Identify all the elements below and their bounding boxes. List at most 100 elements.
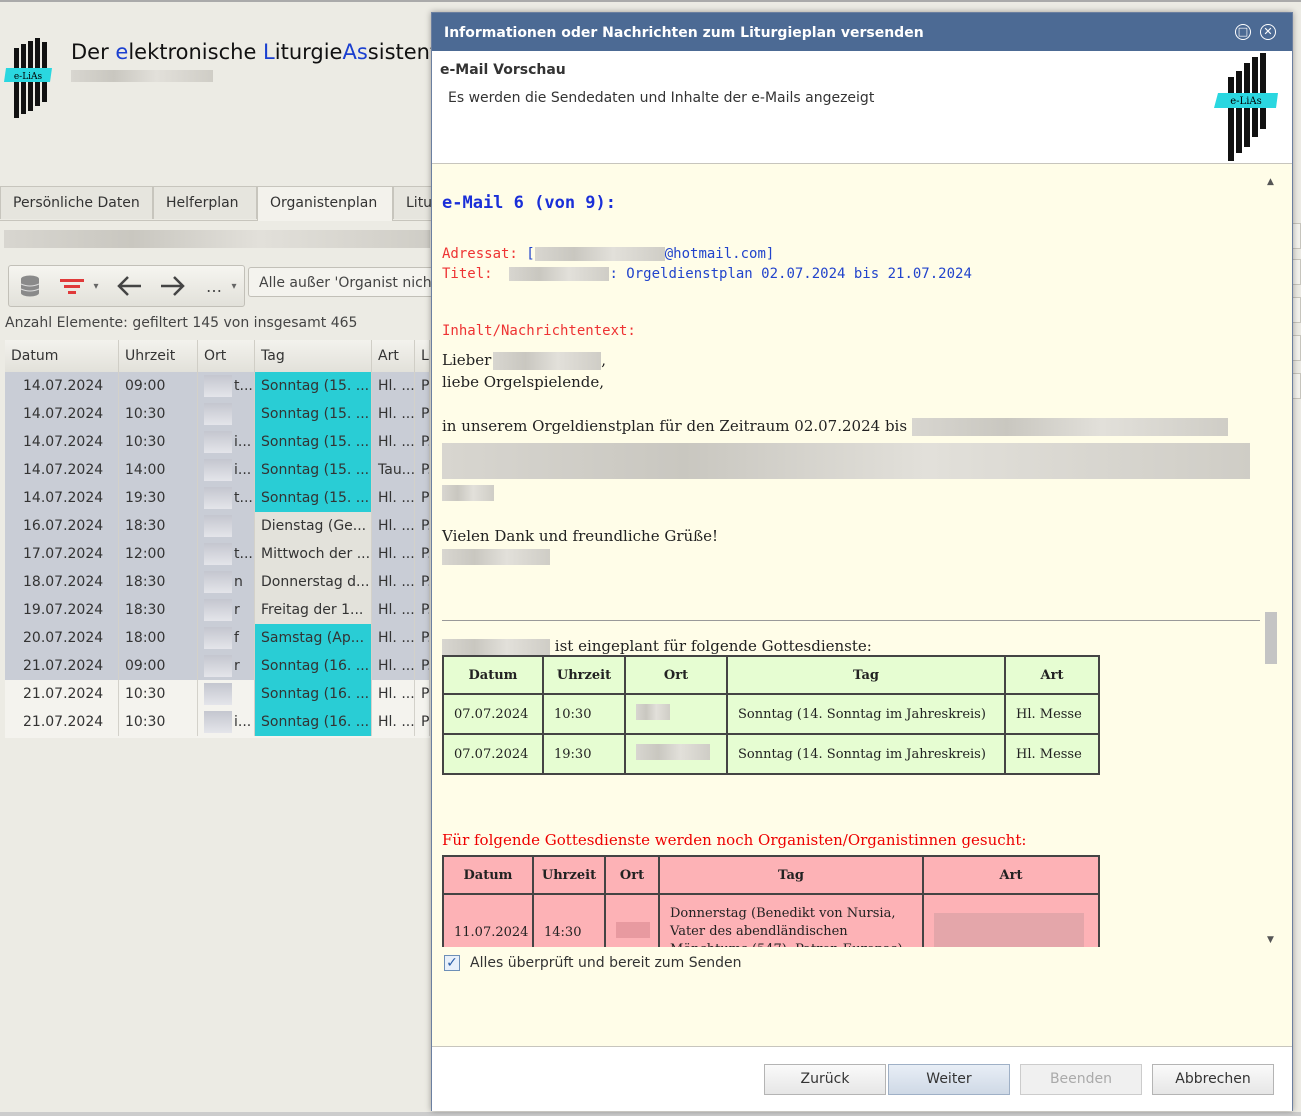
preview-title: e-Mail Vorschau [440, 62, 566, 78]
dialog-header: e-Mail Vorschau Es werden die Sendedaten… [432, 51, 1292, 164]
cell-art: Hl. ... [372, 652, 415, 680]
th-tag: Tag [658, 855, 924, 895]
cell-datum: 19.07.2024 [5, 596, 119, 624]
ort-redacted [204, 515, 232, 537]
table-row[interactable]: 14.07.2024 09:00 t... Sonntag (15. ... Hl. .… [5, 372, 430, 400]
ort-redacted [204, 627, 232, 649]
cell-li: P. [415, 624, 430, 652]
table-row: 11.07.2024 14:30 Donnerstag (Benedikt vo… [442, 893, 1100, 947]
col-ort[interactable]: Ort [198, 340, 255, 372]
ready-checkbox-label[interactable]: Alles überprüft und bereit zum Senden [470, 955, 742, 971]
th-tag: Tag [726, 655, 1006, 695]
cell-uhrzeit: 10:30 [119, 400, 198, 428]
filter-select[interactable]: Alle außer 'Organist nich [248, 267, 438, 297]
cell-datum: 14.07.2024 [5, 484, 119, 512]
preview-scrollbar[interactable]: ▲ ▼ [1265, 177, 1277, 947]
grid-toolbar: ▾ … ▾ [8, 265, 245, 307]
table-row[interactable]: 17.07.2024 12:00 t... Mittwoch der ... Hl. .… [5, 540, 430, 568]
mail-heading: e-Mail 6 (von 9): [442, 193, 616, 213]
cell-datum: 16.07.2024 [5, 512, 119, 540]
tab-organistenplan[interactable]: Organistenplan [257, 186, 393, 221]
cell-ort: f [198, 624, 255, 652]
col-li[interactable]: Li [415, 340, 430, 372]
cell-art: Hl. ... [372, 512, 415, 540]
cell-tag: Sonntag (15. ... [255, 484, 372, 512]
cell-uhrzeit: 09:00 [119, 652, 198, 680]
tab-persoenliche-daten[interactable]: Persönliche Daten [0, 186, 153, 219]
table-row[interactable]: 14.07.2024 10:30 i... Sonntag (15. ... Hl. .… [5, 428, 430, 456]
svg-text:e-LiAs: e-LiAs [14, 72, 43, 82]
scroll-down-icon[interactable]: ▼ [1267, 935, 1274, 945]
table-row[interactable]: 18.07.202418:30nDonnerstag d...Hl. ...P. [5, 568, 430, 596]
cell-li: P. [415, 540, 430, 568]
cell-tag: Sonntag (16. ... [255, 652, 372, 680]
table-row: 07.07.2024 10:30 Sonntag (14. Sonntag im… [442, 693, 1100, 735]
database-icon[interactable] [15, 272, 45, 300]
cell-tag: Mittwoch der ... [255, 540, 372, 568]
table-row[interactable]: 21.07.2024 09:00 r Sonntag (16. ... Hl. ... P… [5, 652, 430, 680]
dialog-footer: Zurück Weiter Beenden Abbrechen [432, 1046, 1292, 1111]
cell-tag: Sonntag (16. ... [255, 708, 372, 736]
ort-redacted [204, 655, 232, 677]
cell-uhrzeit: 18:30 [119, 568, 198, 596]
col-art[interactable]: Art [372, 340, 415, 372]
cell-ort: r [198, 596, 255, 624]
more-dropdown-icon[interactable]: ▾ [227, 272, 241, 300]
close-icon[interactable]: ✕ [1260, 24, 1276, 40]
more-icon[interactable]: … [199, 272, 229, 300]
table-row[interactable]: 20.07.202418:00fSamstag (Ap...Hl. ...P. [5, 624, 430, 652]
scroll-up-icon[interactable]: ▲ [1267, 177, 1274, 187]
th-art: Art [922, 855, 1100, 895]
cell-datum: 14.07.2024 [5, 456, 119, 484]
table-row[interactable]: 21.07.202410:30 Sonntag (16. ...Hl. ...Pf [5, 680, 430, 708]
col-uhrzeit[interactable]: Uhrzeit [119, 340, 198, 372]
cell-art: Hl. ... [372, 400, 415, 428]
th-datum: Datum [442, 855, 534, 895]
cell-ort: t... [198, 484, 255, 512]
cell-datum: 20.07.2024 [5, 624, 119, 652]
greeting-line: Lieber, [442, 351, 607, 370]
cell-uhrzeit: 10:30 [119, 680, 198, 708]
scrollbar-thumb[interactable] [1265, 612, 1277, 664]
col-tag[interactable]: Tag [255, 340, 372, 372]
ready-checkbox[interactable]: ✓ [444, 955, 460, 971]
arrow-left-icon[interactable] [115, 272, 145, 300]
table-row[interactable]: 21.07.2024 10:30 i... Sonntag (16. ... Hl. .… [5, 708, 430, 736]
back-button[interactable]: Zurück [764, 1064, 886, 1095]
cell-ort: t... [198, 372, 255, 400]
cell-tag: Sonntag (15. ... [255, 372, 372, 400]
maximize-icon[interactable]: □ [1235, 24, 1251, 40]
cancel-button[interactable]: Abbrechen [1152, 1064, 1274, 1095]
ort-redacted [204, 487, 232, 509]
th-ort: Ort [604, 855, 660, 895]
main-tabs: Persönliche Daten Helferplan Organistenp… [0, 186, 440, 221]
cell-art: Hl. ... [372, 596, 415, 624]
table-row[interactable]: 14.07.2024 14:00 i... Sonntag (15. ... Tau..… [5, 456, 430, 484]
arrow-right-icon[interactable] [157, 272, 187, 300]
table-row[interactable]: 14.07.202410:30 Sonntag (15. ...Hl. ...Pf [5, 400, 430, 428]
ort-redacted [204, 459, 232, 481]
cell-tag: Sonntag (15. ... [255, 400, 372, 428]
mail-preview[interactable]: e-Mail 6 (von 9): Adressat: [@hotmail.co… [433, 173, 1278, 947]
table-row[interactable]: 16.07.202418:30 Dienstag (Ge...Hl. ...P. [5, 512, 430, 540]
cell-li: P. [415, 596, 430, 624]
table-row[interactable]: 14.07.2024 19:30 t... Sonntag (15. ... Hl. .… [5, 484, 430, 512]
cell-ort [198, 400, 255, 428]
finish-button[interactable]: Beenden [1020, 1064, 1142, 1095]
greeting-line-2: liebe Orgelspielende, [442, 373, 605, 391]
cell-li: P. [415, 652, 430, 680]
cell-datum: 14.07.2024 [5, 400, 119, 428]
cell-art: Hl. ... [372, 680, 415, 708]
cell-uhrzeit: 10:30 [119, 708, 198, 736]
cell-datum: 18.07.2024 [5, 568, 119, 596]
table-row[interactable]: 19.07.2024 18:30 r Freitag der 1... Hl. ... P… [5, 596, 430, 624]
next-button[interactable]: Weiter [888, 1064, 1010, 1095]
cell-li: Pf [415, 680, 430, 708]
cell-art: Hl. ... [372, 708, 415, 736]
services-grid: Datum Uhrzeit Ort Tag Art Li 14.07.20240… [5, 340, 430, 738]
tab-helferplan[interactable]: Helferplan [153, 186, 257, 219]
col-datum[interactable]: Datum [5, 340, 119, 372]
filter-dropdown-icon[interactable]: ▾ [89, 272, 103, 300]
filter-icon[interactable] [57, 272, 87, 300]
cell-tag: Dienstag (Ge... [255, 512, 372, 540]
